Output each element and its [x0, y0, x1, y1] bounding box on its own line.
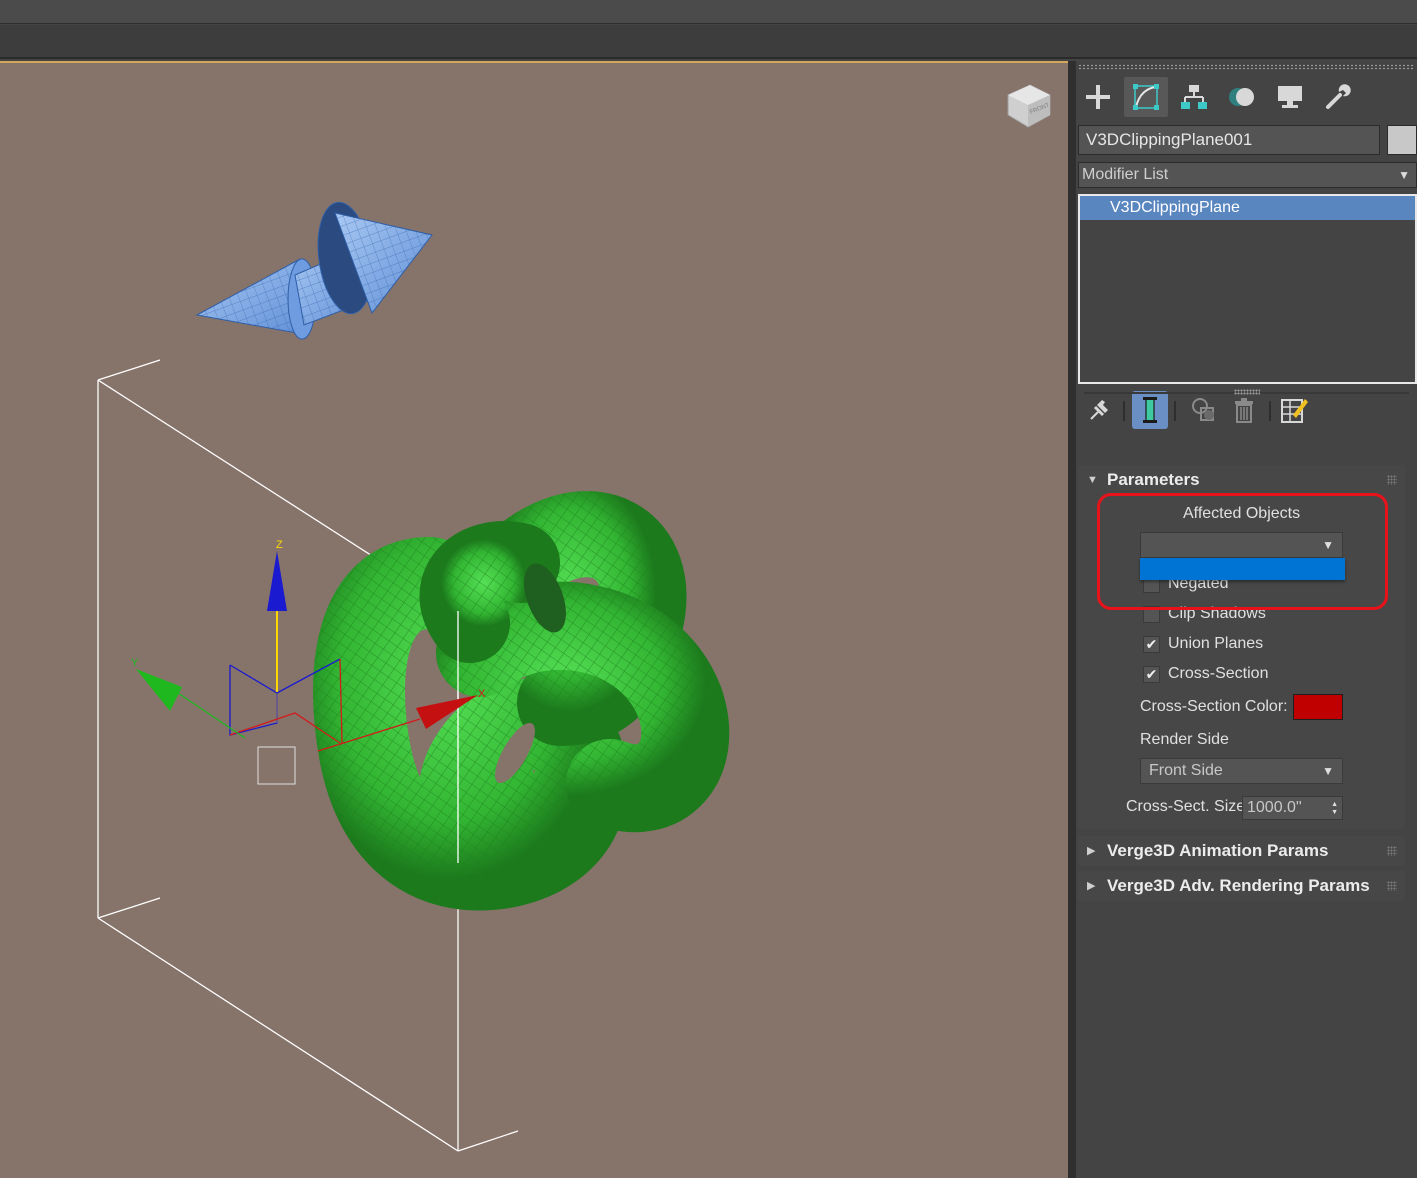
monitor-icon — [1278, 86, 1302, 108]
union-planes-label: Union Planes — [1168, 635, 1264, 652]
create-tab[interactable] — [1076, 77, 1120, 117]
cross-section-checkbox[interactable]: ✔ — [1143, 666, 1160, 683]
parameters-rollout-header[interactable]: ▼ Parameters — [1078, 465, 1405, 495]
modifier-stack[interactable]: V3DClippingPlane — [1078, 194, 1417, 384]
plus-icon — [1086, 85, 1110, 109]
cross-sect-size-value: 1000.0" — [1247, 799, 1302, 816]
remove-modifier-button[interactable] — [1226, 391, 1262, 429]
rollout-grip-icon[interactable] — [1387, 846, 1397, 856]
end-result-icon — [1143, 397, 1157, 423]
make-unique-button[interactable] — [1186, 391, 1222, 429]
parameters-title: Parameters — [1107, 470, 1200, 489]
gizmo-z-label: Z — [276, 539, 283, 551]
cross-sect-size-spinner[interactable]: 1000.0" ▲ ▼ — [1242, 796, 1343, 820]
splitter-grip-icon[interactable] — [1234, 389, 1260, 395]
pin-icon — [1090, 400, 1108, 420]
cross-sect-size-label: Cross-Sect. Size — [1126, 798, 1246, 815]
toolbar-separator — [1123, 401, 1125, 421]
rollout-grip-icon[interactable] — [1387, 881, 1397, 891]
expand-triangle-icon: ▶ — [1087, 880, 1096, 892]
toolbar-separator — [1269, 401, 1271, 421]
command-tabs — [1076, 75, 1417, 119]
render-side-label: Render Side — [1140, 731, 1229, 748]
main-toolbar — [0, 25, 1417, 59]
wrench-icon — [1326, 84, 1351, 109]
dropdown-highlight-item[interactable] — [1140, 558, 1345, 580]
union-planes-checkbox[interactable]: ✔ — [1143, 636, 1160, 653]
configure-sets-button[interactable] — [1276, 391, 1312, 429]
viewport-perspective[interactable]: FRONT Z Y X — [0, 61, 1068, 1178]
modifier-stack-item[interactable]: V3DClippingPlane — [1080, 196, 1415, 220]
clipping-plane-arrow[interactable] — [195, 199, 433, 340]
panel-divider[interactable] — [1068, 61, 1076, 1178]
display-tab[interactable] — [1268, 77, 1312, 117]
rollout-title: Verge3D Adv. Rendering Params — [1107, 876, 1370, 895]
title-bar — [0, 0, 1417, 24]
clip-shadows-label: Clip Shadows — [1168, 605, 1266, 622]
hierarchy-icon — [1181, 85, 1207, 109]
modifier-list-label: Modifier List — [1082, 166, 1169, 183]
dropdown-arrow-icon: ▼ — [1322, 538, 1334, 552]
toolbar-separator — [1174, 401, 1176, 421]
affected-objects-dropdown[interactable]: ▼ — [1140, 532, 1343, 558]
dropdown-arrow-icon: ▼ — [1322, 764, 1334, 778]
gizmo-x-label: X — [478, 688, 486, 700]
pin-stack-button[interactable] — [1082, 391, 1118, 429]
rollout-grip-icon[interactable] — [1387, 475, 1397, 485]
utilities-tab[interactable] — [1316, 77, 1360, 117]
curve-icon — [1133, 84, 1159, 110]
show-end-result-button[interactable] — [1132, 391, 1168, 429]
gizmo-y-label: Y — [131, 657, 139, 669]
hierarchy-tab[interactable] — [1172, 77, 1216, 117]
stack-toolbar — [1076, 391, 1417, 431]
modify-tab[interactable] — [1124, 77, 1168, 117]
modifier-list-dropdown[interactable]: Modifier List ▼ — [1078, 162, 1417, 188]
panel-grip[interactable] — [1078, 64, 1415, 70]
spinner-up-icon[interactable]: ▲ — [1331, 801, 1338, 808]
render-side-value: Front Side — [1149, 762, 1223, 779]
affected-objects-label: Affected Objects — [1183, 505, 1301, 522]
cross-section-label: Cross-Section — [1168, 665, 1269, 682]
object-color-swatch[interactable] — [1387, 125, 1417, 155]
render-side-dropdown[interactable]: Front Side ▼ — [1140, 758, 1343, 784]
cross-section-color-swatch[interactable] — [1293, 694, 1343, 720]
make-unique-icon — [1192, 398, 1214, 421]
clip-shadows-checkbox[interactable] — [1143, 606, 1160, 623]
rollout-header: ▶ Verge3D Adv. Rendering Params — [1078, 871, 1405, 901]
configure-icon — [1281, 399, 1308, 423]
object-name-field[interactable]: V3DClippingPlane001 — [1078, 125, 1380, 155]
spinner-down-icon[interactable]: ▼ — [1331, 809, 1338, 816]
dropdown-arrow-icon: ▼ — [1398, 168, 1410, 182]
motion-icon — [1229, 88, 1254, 106]
verge3d-adv-rendering-rollout[interactable]: ▶ Verge3D Adv. Rendering Params — [1078, 871, 1405, 901]
collapse-triangle-icon: ▼ — [1087, 474, 1098, 486]
expand-triangle-icon: ▶ — [1087, 845, 1096, 857]
verge3d-animation-rollout[interactable]: ▶ Verge3D Animation Params — [1078, 836, 1405, 866]
torus-knot[interactable] — [312, 491, 730, 911]
viewcube[interactable]: FRONT — [1007, 84, 1051, 128]
rollout-header: ▶ Verge3D Animation Params — [1078, 836, 1405, 866]
trash-icon — [1235, 398, 1253, 423]
cross-section-color-label: Cross-Section Color: — [1140, 698, 1288, 715]
rollout-title: Verge3D Animation Params — [1107, 841, 1329, 860]
motion-tab[interactable] — [1220, 77, 1264, 117]
